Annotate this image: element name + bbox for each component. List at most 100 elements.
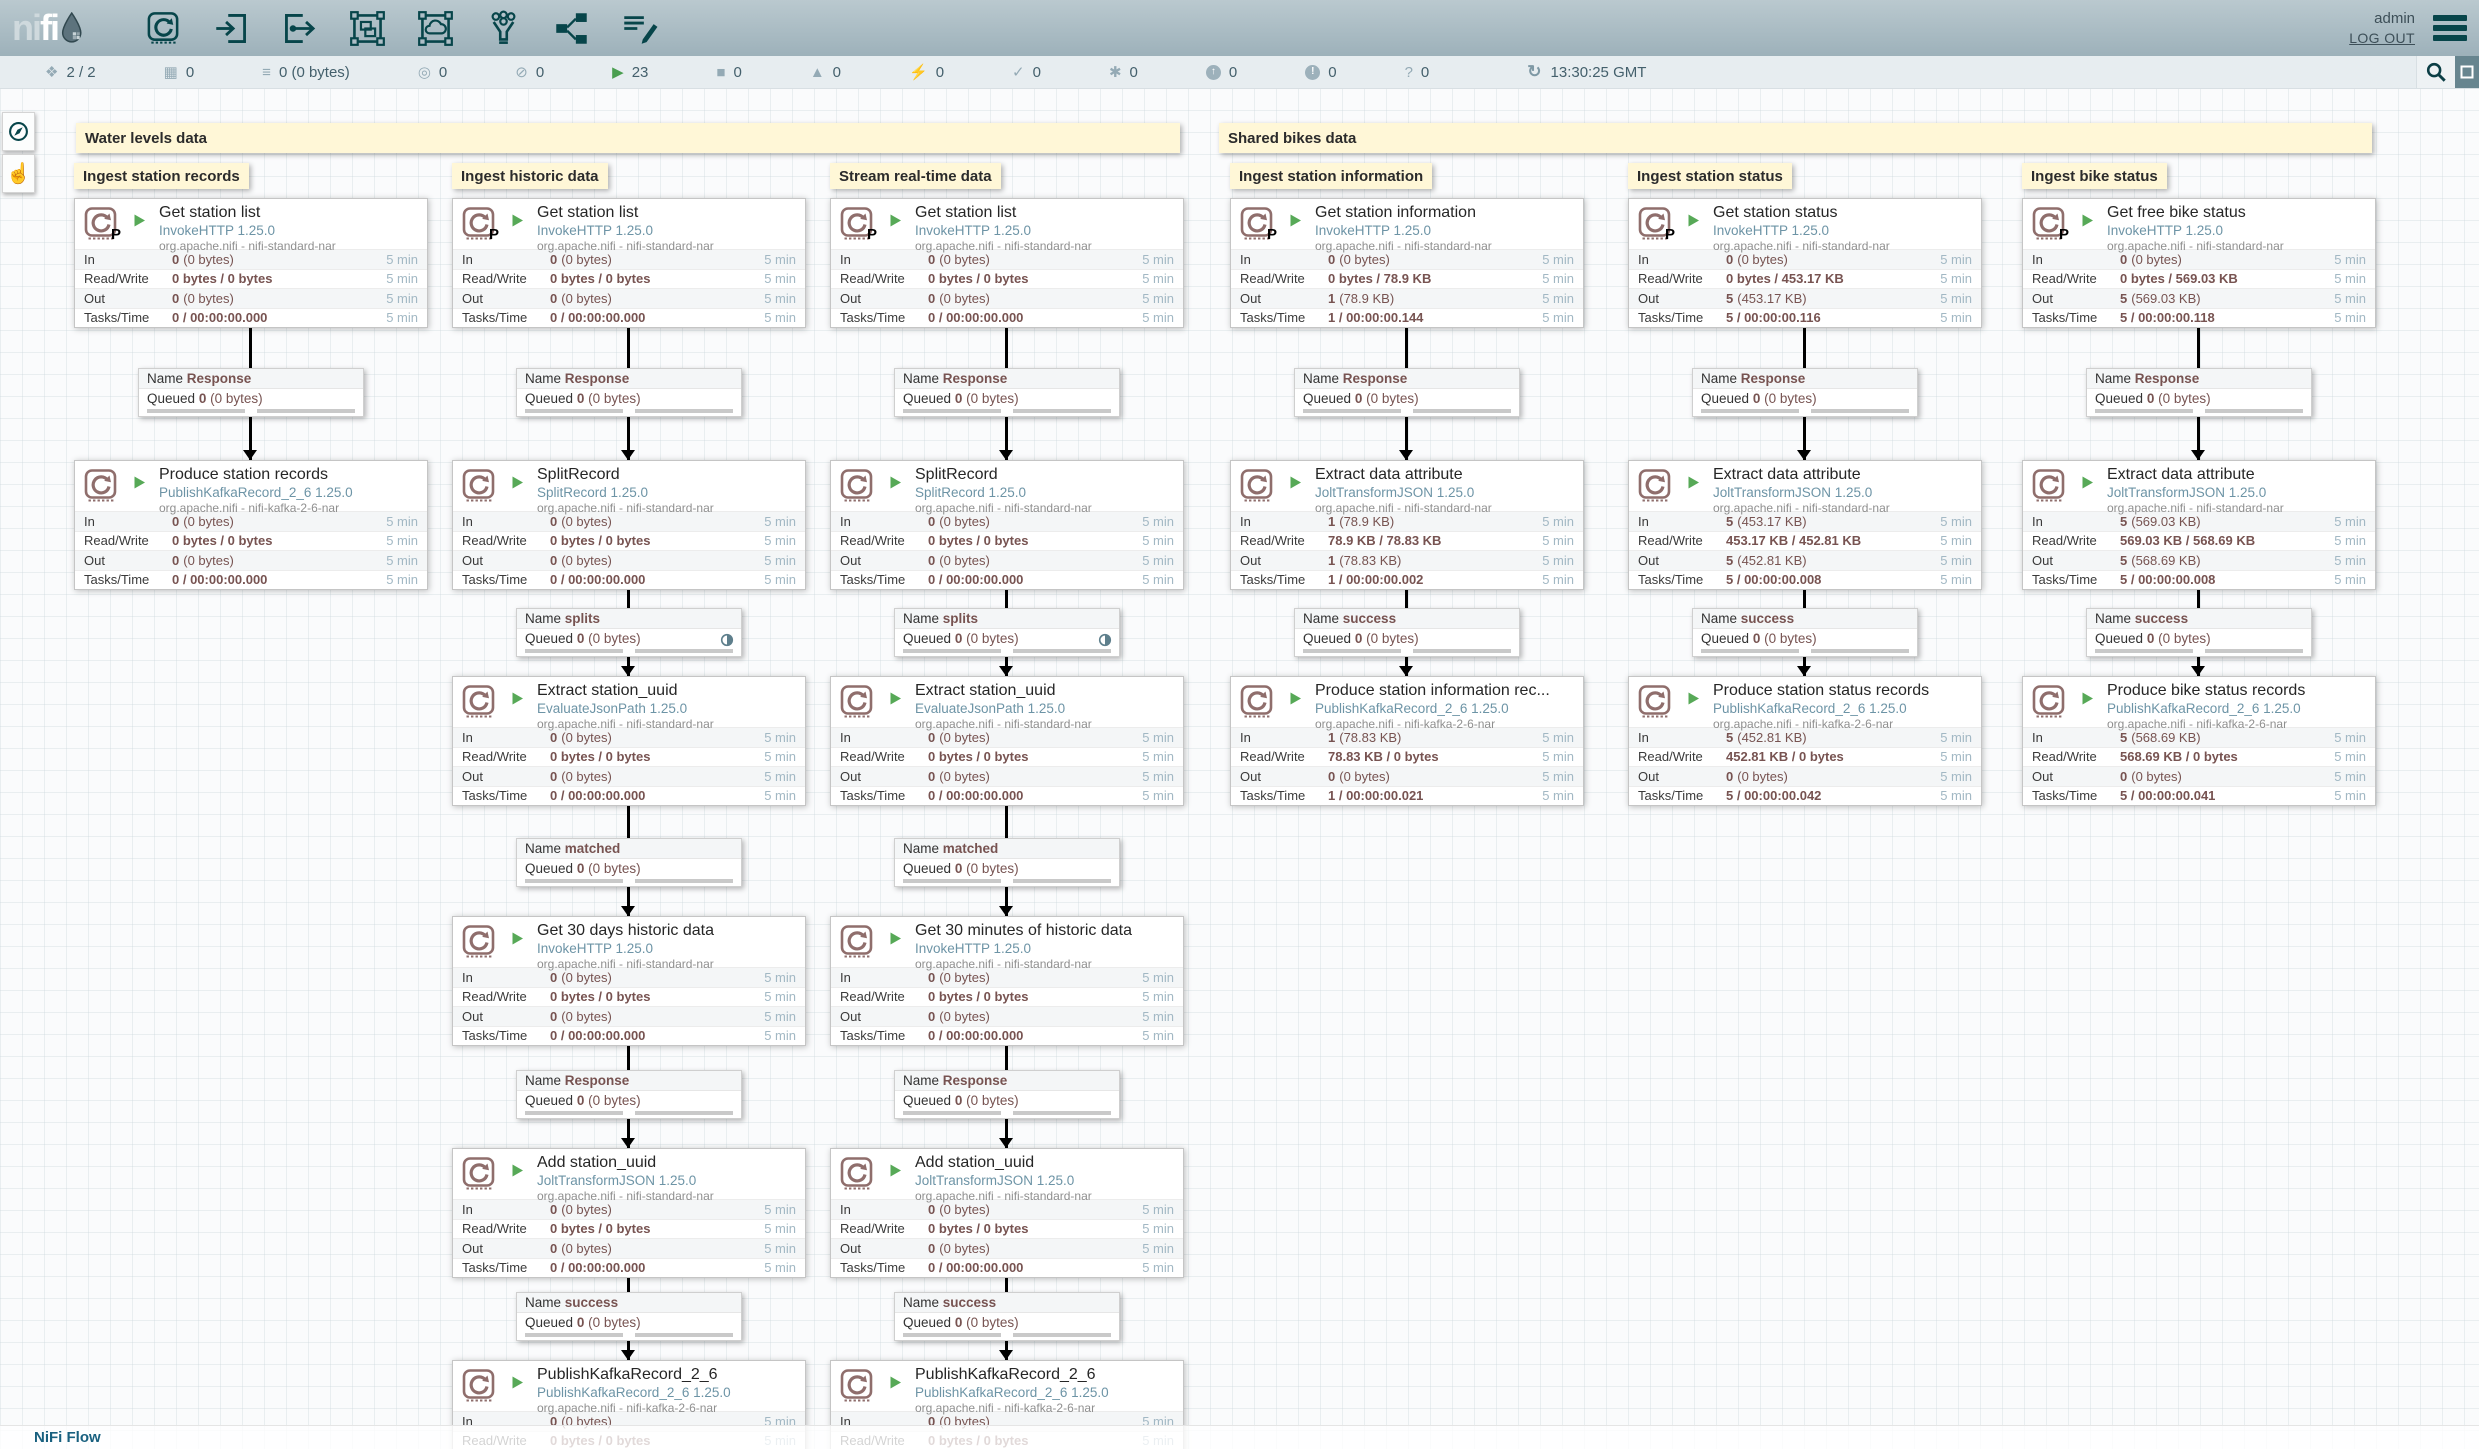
processor[interactable]: Extract station_uuidEvaluateJsonPath 1.2… (830, 676, 1184, 806)
label-button[interactable] (618, 7, 660, 49)
stat-value: 0(0 bytes) (550, 970, 612, 985)
stat-value: 0 bytes / 0 bytes (550, 533, 654, 548)
connection-label[interactable]: Name successQueued 0 (0 bytes) (1294, 608, 1520, 657)
processor[interactable]: PGet station statusInvokeHTTP 1.25.0org.… (1628, 198, 1982, 328)
connection-label[interactable]: Name ResponseQueued 0 (0 bytes) (2086, 368, 2312, 417)
pan-tool-button[interactable]: ☝ (2, 154, 35, 193)
logout-link[interactable]: LOG OUT (2349, 29, 2415, 47)
connection-label[interactable]: Name splitsQueued 0 (0 bytes) (516, 608, 742, 657)
processor-bundle: org.apache.nifi - nifi-standard-nar (2107, 501, 2375, 515)
running-status-icon (511, 475, 524, 490)
panel-toggle-button[interactable] (2455, 56, 2479, 88)
connection-label[interactable]: Name ResponseQueued 0 (0 bytes) (1294, 368, 1520, 417)
processor[interactable]: Produce station information rec...Publis… (1230, 676, 1584, 806)
processor[interactable]: Produce bike status recordsPublishKafkaR… (2022, 676, 2376, 806)
navigate-button[interactable] (2, 112, 35, 151)
processor[interactable]: SplitRecordSplitRecord 1.25.0org.apache.… (452, 460, 806, 590)
stat-label: Read/Write (462, 533, 550, 548)
connection-label[interactable]: Name successQueued 0 (0 bytes) (516, 1292, 742, 1341)
refresh-status[interactable]: ↻ 13:30:25 GMT (1527, 62, 1646, 82)
connection-label[interactable]: Name splitsQueued 0 (0 bytes) (894, 608, 1120, 657)
group-label[interactable]: Shared bikes data (1219, 123, 2372, 153)
processor-titles: Get station statusInvokeHTTP 1.25.0org.a… (1713, 199, 1981, 253)
queue-percent-bars (517, 1332, 741, 1340)
stat-label: Tasks/Time (462, 788, 550, 803)
processor-bundle: org.apache.nifi - nifi-standard-nar (1315, 239, 1583, 253)
processor[interactable]: Extract data attributeJoltTransformJSON … (2022, 460, 2376, 590)
stat-value: 5 / 00:00:00.042 (1726, 788, 1825, 803)
flow-label[interactable]: Ingest station records (74, 163, 249, 189)
processor[interactable]: Extract station_uuidEvaluateJsonPath 1.2… (452, 676, 806, 806)
connection-label[interactable]: Name ResponseQueued 0 (0 bytes) (894, 1070, 1120, 1119)
processor[interactable]: Extract data attributeJoltTransformJSON … (1230, 460, 1584, 590)
processor-header: PGet station listInvokeHTTP 1.25.0org.ap… (831, 199, 1183, 249)
stat-time-window: 5 min (764, 1202, 796, 1217)
connection-label[interactable]: Name successQueued 0 (0 bytes) (2086, 608, 2312, 657)
connection-queued-row: Queued 0 (0 bytes) (517, 389, 741, 408)
stat-time-window: 5 min (1542, 533, 1574, 548)
processor[interactable]: Produce station status recordsPublishKaf… (1628, 676, 1982, 806)
processor[interactable]: Add station_uuidJoltTransformJSON 1.25.0… (830, 1148, 1184, 1278)
connection-label[interactable]: Name matchedQueued 0 (0 bytes) (894, 838, 1120, 887)
processor-type: InvokeHTTP 1.25.0 (537, 941, 805, 956)
connection-queued-row: Queued 0 (0 bytes) (517, 629, 741, 648)
queue-percent-bars (1295, 648, 1519, 656)
processor[interactable]: PGet free bike statusInvokeHTTP 1.25.0or… (2022, 198, 2376, 328)
processor-header: Produce station recordsPublishKafkaRecor… (75, 461, 427, 511)
running-status-icon (889, 475, 902, 490)
processor[interactable]: Get 30 minutes of historic dataInvokeHTT… (830, 916, 1184, 1046)
stat-value: 0 bytes / 0 bytes (172, 533, 276, 548)
flow-label[interactable]: Ingest historic data (452, 163, 608, 189)
running-status-icon (889, 213, 902, 228)
flow-label[interactable]: Stream real-time data (830, 163, 1001, 189)
flow-label[interactable]: Ingest bike status (2022, 163, 2167, 189)
processor[interactable]: Produce station recordsPublishKafkaRecor… (74, 460, 428, 590)
output-port-button[interactable] (278, 7, 320, 49)
stat-value: 0(0 bytes) (1328, 769, 1390, 784)
processor[interactable]: Extract data attributeJoltTransformJSON … (1628, 460, 1982, 590)
connection-label[interactable]: Name ResponseQueued 0 (0 bytes) (516, 1070, 742, 1119)
flow-canvas[interactable]: Water levels data Shared bikes data Ingest… (0, 88, 2479, 1449)
processor-type: InvokeHTTP 1.25.0 (1315, 223, 1583, 238)
connection-label[interactable]: Name successQueued 0 (0 bytes) (1692, 608, 1918, 657)
stat-label: Read/Write (1240, 271, 1328, 286)
running-status-icon (511, 691, 524, 706)
flow-label[interactable]: Ingest station status (1628, 163, 1792, 189)
processor[interactable]: PGet station informationInvokeHTTP 1.25.… (1230, 198, 1584, 328)
stat-time-window: 5 min (1542, 572, 1574, 587)
connection-arrowhead (1797, 450, 1811, 460)
input-port-button[interactable] (210, 7, 252, 49)
template-button[interactable] (550, 7, 592, 49)
stat-label: Read/Write (840, 989, 928, 1004)
running-status-icon (889, 931, 902, 946)
stat-value: 0(0 bytes) (550, 1202, 612, 1217)
connection-label[interactable]: Name ResponseQueued 0 (0 bytes) (894, 368, 1120, 417)
processor[interactable]: Add station_uuidJoltTransformJSON 1.25.0… (452, 1148, 806, 1278)
processor[interactable]: PGet station listInvokeHTTP 1.25.0org.ap… (74, 198, 428, 328)
connection-label[interactable]: Name ResponseQueued 0 (0 bytes) (138, 368, 364, 417)
status-count: 0 (833, 64, 841, 81)
remote-process-group-button[interactable] (414, 7, 456, 49)
connection-label[interactable]: Name ResponseQueued 0 (0 bytes) (1692, 368, 1918, 417)
connection-label[interactable]: Name successQueued 0 (0 bytes) (894, 1292, 1120, 1341)
stat-time-window: 5 min (1142, 788, 1174, 803)
connection-label[interactable]: Name matchedQueued 0 (0 bytes) (516, 838, 742, 887)
processor[interactable]: SplitRecordSplitRecord 1.25.0org.apache.… (830, 460, 1184, 590)
group-label[interactable]: Water levels data (76, 123, 1180, 153)
breadcrumb[interactable]: NiFi Flow (34, 1429, 101, 1446)
stat-label: Out (2032, 553, 2120, 568)
search-button[interactable] (2416, 56, 2455, 88)
processor[interactable]: PGet station listInvokeHTTP 1.25.0org.ap… (830, 198, 1184, 328)
stat-value: 0 bytes / 0 bytes (550, 1221, 654, 1236)
funnel-button[interactable] (482, 7, 524, 49)
process-group-button[interactable] (346, 7, 388, 49)
processor-button[interactable] (142, 7, 184, 49)
processor[interactable]: Get 30 days historic dataInvokeHTTP 1.25… (452, 916, 806, 1046)
stat-row: Out0(0 bytes)5 min (831, 1238, 1183, 1258)
connection-label[interactable]: Name ResponseQueued 0 (0 bytes) (516, 368, 742, 417)
flow-label[interactable]: Ingest station information (1230, 163, 1432, 189)
processor[interactable]: PGet station listInvokeHTTP 1.25.0org.ap… (452, 198, 806, 328)
global-menu-button[interactable] (2433, 15, 2467, 41)
processor-type: InvokeHTTP 1.25.0 (915, 223, 1183, 238)
stat-value: 0 bytes / 0 bytes (928, 271, 1032, 286)
